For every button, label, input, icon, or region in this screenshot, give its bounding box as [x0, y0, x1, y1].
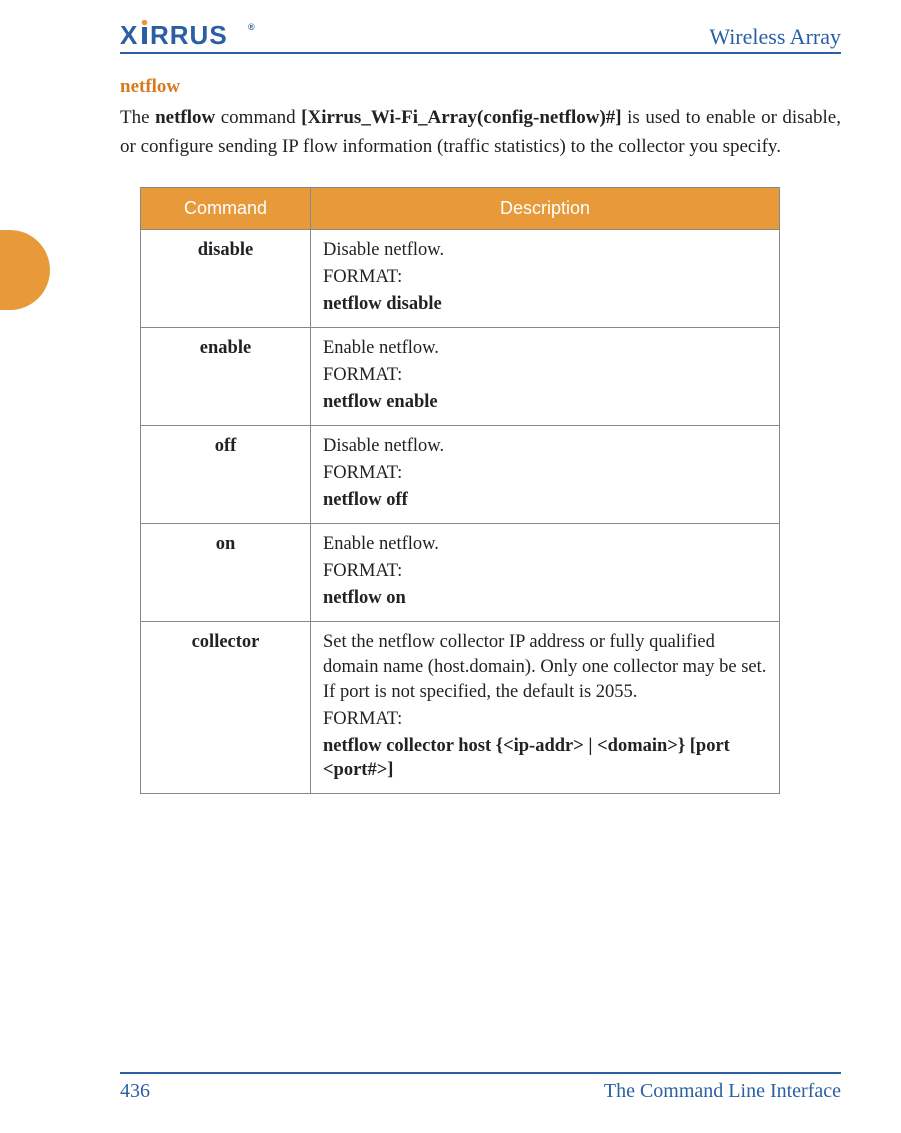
cmd-desc-cell: Disable netflow. FORMAT: netflow disable [311, 230, 780, 328]
cmd-name: on [141, 523, 311, 621]
cmd-desc: Disable netflow. [323, 434, 767, 459]
format-label: FORMAT: [323, 363, 767, 388]
table-row: enable Enable netflow. FORMAT: netflow e… [141, 327, 780, 425]
logo: X RRUS ® [120, 20, 270, 50]
command-table: Command Description disable Disable netf… [140, 187, 780, 794]
table-row: collector Set the netflow collector IP a… [141, 621, 780, 794]
svg-text:RRUS: RRUS [150, 20, 228, 50]
format-text: netflow disable [323, 292, 767, 317]
intro-text: command [215, 107, 301, 128]
logo-icon: X RRUS ® [120, 20, 270, 50]
svg-text:X: X [120, 20, 139, 50]
intro-prompt: [Xirrus_Wi-Fi_Array(config-netflow)#] [301, 107, 621, 128]
th-command: Command [141, 188, 311, 230]
format-text: netflow off [323, 488, 767, 513]
side-tab [0, 230, 50, 310]
th-description: Description [311, 188, 780, 230]
cmd-desc: Set the netflow collector IP address or … [323, 630, 767, 705]
table-row: off Disable netflow. FORMAT: netflow off [141, 425, 780, 523]
page-number: 436 [120, 1080, 150, 1103]
section-heading: netflow [120, 76, 841, 98]
header-title: Wireless Array [709, 24, 841, 50]
format-label: FORMAT: [323, 559, 767, 584]
cmd-desc-cell: Enable netflow. FORMAT: netflow on [311, 523, 780, 621]
content: netflow The netflow command [Xirrus_Wi-F… [120, 76, 841, 794]
format-text: netflow collector host {<ip-addr> | <dom… [323, 734, 767, 784]
table-row: on Enable netflow. FORMAT: netflow on [141, 523, 780, 621]
format-label: FORMAT: [323, 461, 767, 486]
format-label: FORMAT: [323, 265, 767, 290]
intro-text: The [120, 107, 155, 128]
cmd-desc-cell: Disable netflow. FORMAT: netflow off [311, 425, 780, 523]
cmd-name: off [141, 425, 311, 523]
format-label: FORMAT: [323, 707, 767, 732]
format-text: netflow enable [323, 390, 767, 415]
cmd-desc: Disable netflow. [323, 238, 767, 263]
cmd-name: enable [141, 327, 311, 425]
cmd-desc-cell: Set the netflow collector IP address or … [311, 621, 780, 794]
format-text: netflow on [323, 586, 767, 611]
chapter-title: The Command Line Interface [604, 1080, 841, 1103]
cmd-desc: Enable netflow. [323, 532, 767, 557]
cmd-desc: Enable netflow. [323, 336, 767, 361]
svg-text:®: ® [248, 22, 256, 32]
cmd-name: collector [141, 621, 311, 794]
cmd-name: disable [141, 230, 311, 328]
page-header: X RRUS ® Wireless Array [120, 20, 841, 54]
intro-cmd: netflow [155, 107, 215, 128]
cmd-desc-cell: Enable netflow. FORMAT: netflow enable [311, 327, 780, 425]
table-row: disable Disable netflow. FORMAT: netflow… [141, 230, 780, 328]
intro-paragraph: The netflow command [Xirrus_Wi-Fi_Array(… [120, 104, 841, 161]
page-footer: 436 The Command Line Interface [120, 1072, 841, 1103]
